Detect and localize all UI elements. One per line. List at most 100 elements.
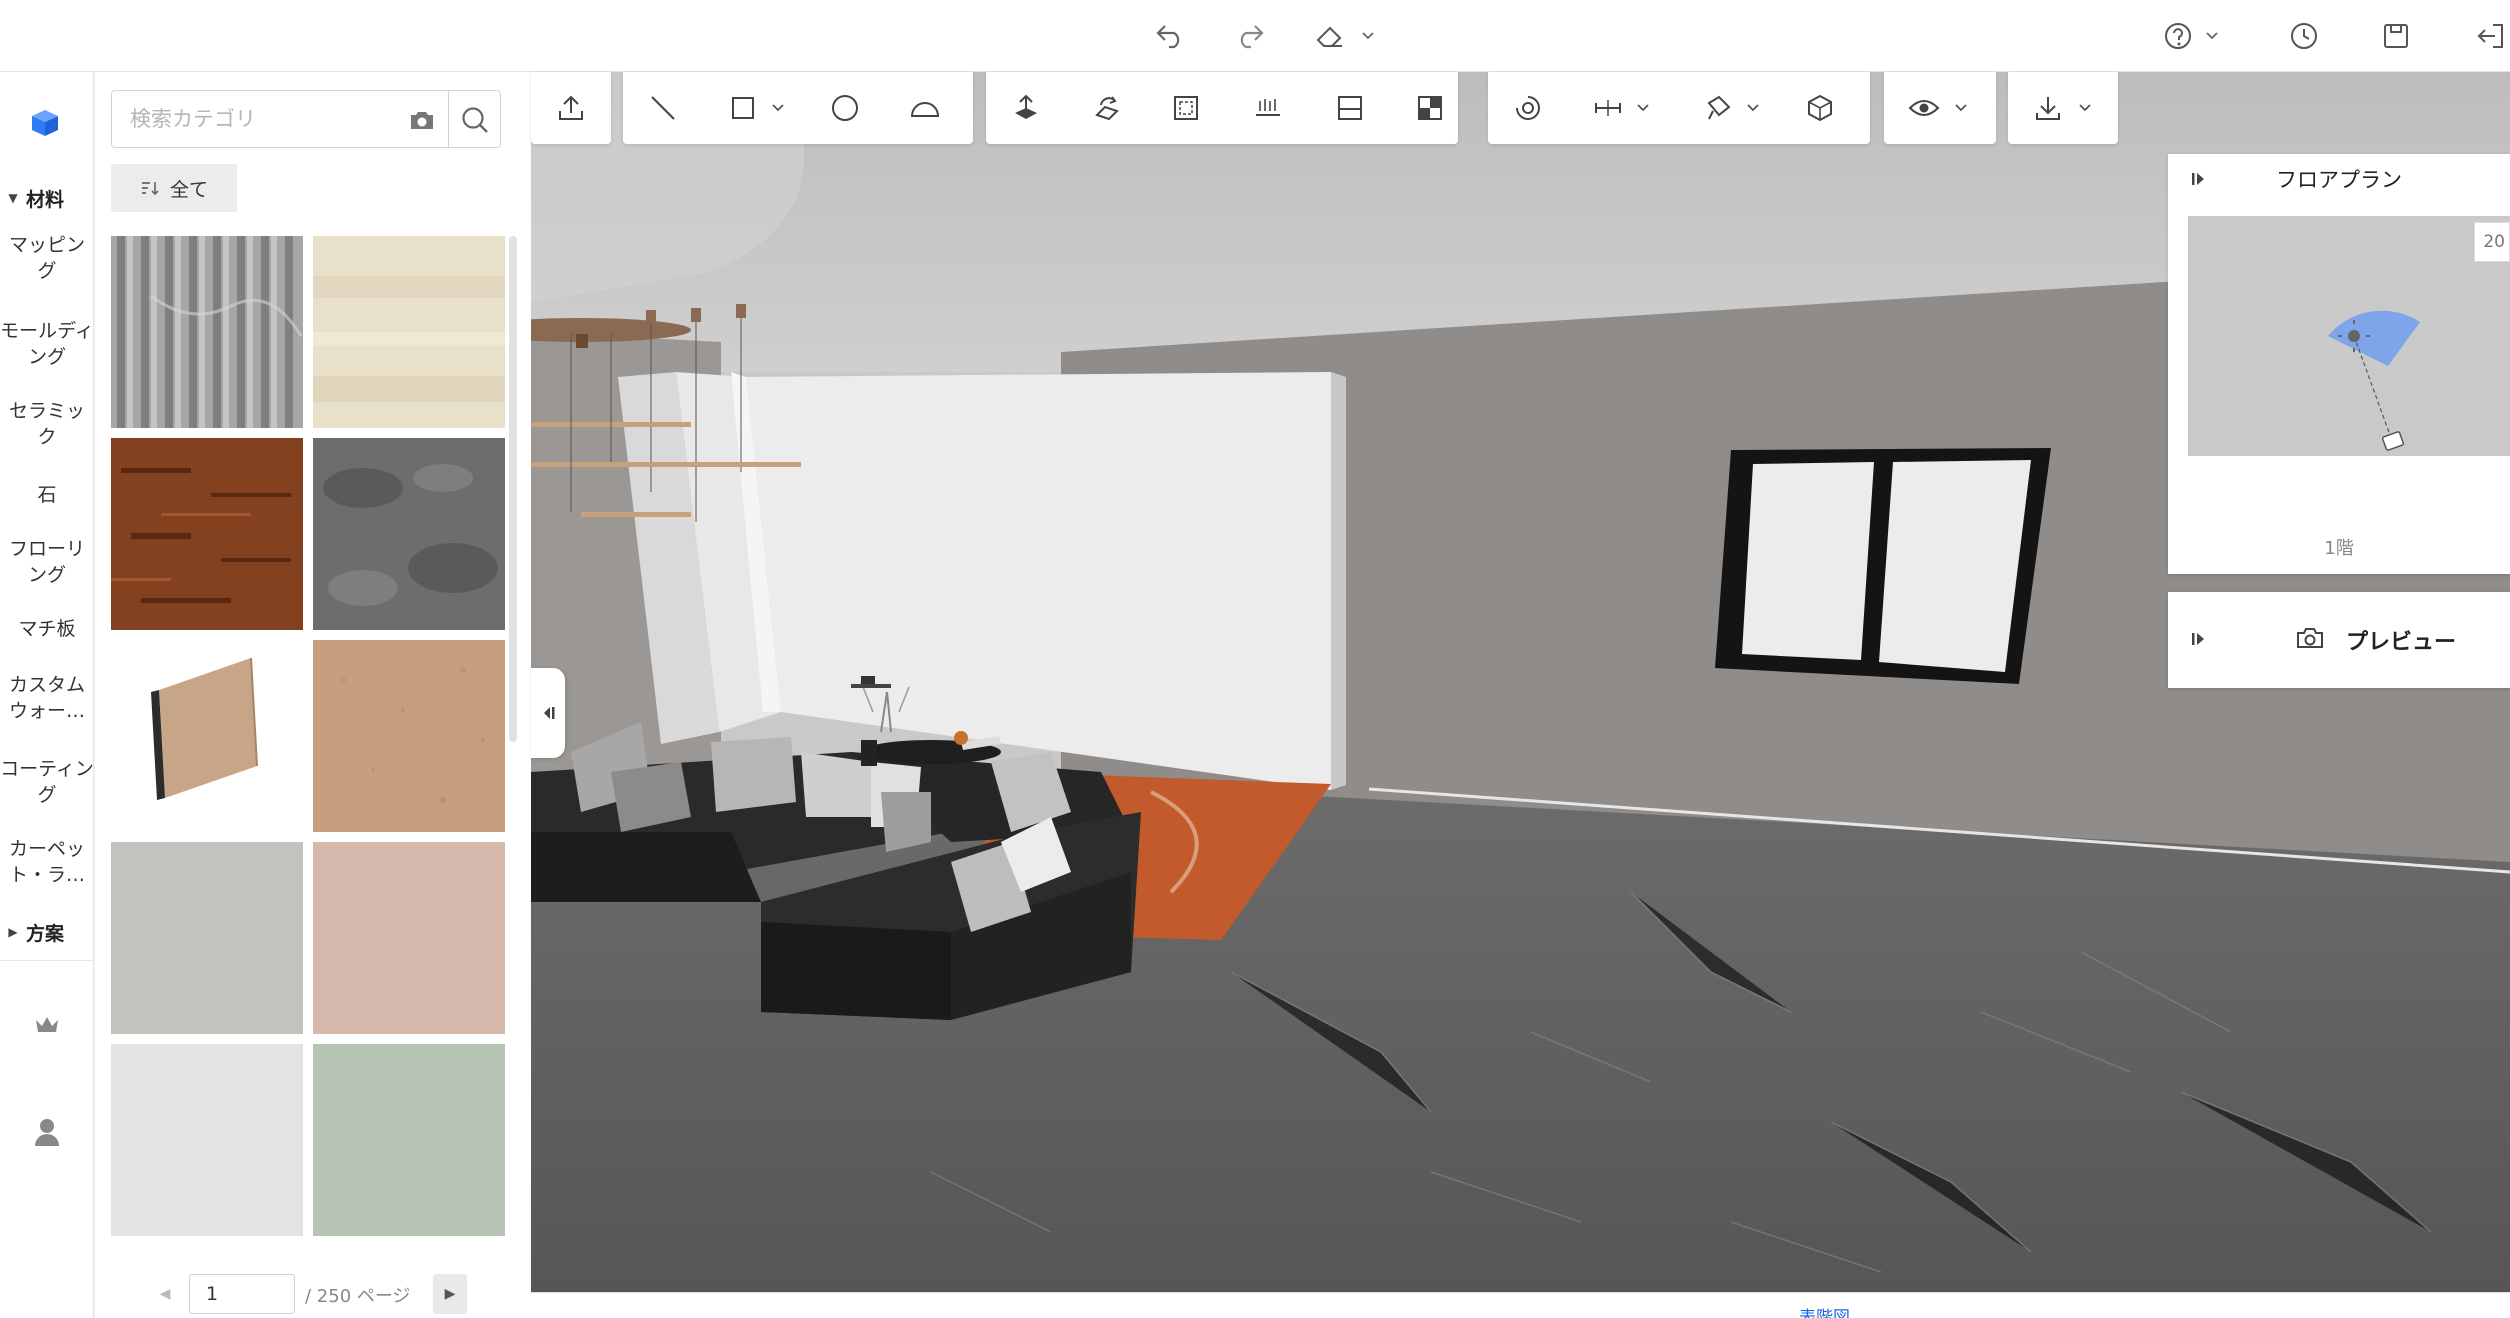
draw-line-icon[interactable] <box>641 88 685 128</box>
collapse-panel-icon[interactable] <box>2186 166 2212 192</box>
camera-search-icon[interactable] <box>402 103 442 137</box>
align-distribute-icon[interactable] <box>1246 88 1290 128</box>
toolbar-group-import <box>531 72 611 144</box>
page-number-input[interactable] <box>189 1274 295 1314</box>
left-rail: ▼ 材料 マッピング モールディング セラミック 石 フローリング マチ板 カス… <box>0 72 94 1318</box>
crown-icon[interactable] <box>27 1004 67 1044</box>
preview-panel: プレビュー <box>2168 592 2510 688</box>
page-total: / 250 ページ <box>305 1286 411 1307</box>
top-bar <box>0 0 2510 72</box>
rail-item-coating[interactable]: コーティング <box>0 756 94 808</box>
rail-item-carpet-rug[interactable]: カーペット・ラ… <box>0 836 94 888</box>
camera-icon[interactable] <box>2294 622 2326 654</box>
draw-rectangle-icon[interactable] <box>721 88 765 128</box>
search-separator <box>448 91 449 147</box>
redo-icon[interactable] <box>1230 16 1270 56</box>
catalog-scrollbar[interactable] <box>509 236 517 742</box>
camera-position-icon[interactable] <box>2381 431 2405 451</box>
material-tile-cork-panel[interactable] <box>111 640 303 832</box>
filter-label: 全て <box>169 178 208 201</box>
orbit-view-icon[interactable] <box>1506 88 1550 128</box>
bottom-status-bar: 表階図 <box>531 1292 2510 1318</box>
floorplan-minimap[interactable] <box>2188 216 2510 456</box>
download-icon[interactable] <box>2026 88 2070 128</box>
push-pull-icon[interactable] <box>1004 88 1048 128</box>
download-dropdown-icon[interactable] <box>2076 96 2094 120</box>
rectangle-dropdown-icon[interactable] <box>769 96 787 120</box>
material-tile-dark-walnut[interactable] <box>111 438 303 630</box>
paint-tool-icon[interactable] <box>1696 88 1740 128</box>
rail-section-plans[interactable]: ▶ 方案 <box>0 912 94 952</box>
material-tile-blush-plaster[interactable] <box>313 842 505 1034</box>
3d-box-icon[interactable] <box>1798 88 1842 128</box>
material-tile-light-grey-plaster[interactable] <box>111 842 303 1034</box>
material-library-icon[interactable] <box>24 102 66 144</box>
draw-circle-icon[interactable] <box>823 88 867 128</box>
split-panel-icon[interactable] <box>1328 88 1372 128</box>
undo-icon[interactable] <box>1150 16 1190 56</box>
app-root: ▼ 材料 マッピング モールディング セラミック 石 フローリング マチ板 カス… <box>0 0 2510 1318</box>
measure-dropdown-icon[interactable] <box>1634 96 1652 120</box>
material-tile-off-white[interactable] <box>111 1044 303 1236</box>
history-icon[interactable] <box>2284 16 2324 56</box>
rail-item-stone[interactable]: 石 <box>0 482 94 508</box>
floorplan-panel: フロアプラン 20 1階 <box>2168 154 2510 574</box>
preview-label[interactable]: プレビュー <box>2346 624 2456 656</box>
material-tile-slate-grey[interactable] <box>313 438 505 630</box>
visibility-dropdown-icon[interactable] <box>1952 96 1970 120</box>
expand-panel-icon[interactable] <box>2186 626 2212 652</box>
rail-section-label: 材料 <box>26 188 65 211</box>
expand-right-icon: ▶ <box>8 925 18 939</box>
select-area-icon[interactable] <box>1164 88 1208 128</box>
rail-item-ceramic[interactable]: セラミック <box>0 398 94 450</box>
exit-icon[interactable] <box>2470 16 2510 56</box>
search-input[interactable] <box>112 91 392 147</box>
partition-panel-main <box>746 372 1331 790</box>
floor-view-tab[interactable]: 表階図 <box>1799 1303 1850 1318</box>
rail-section-label: 方案 <box>26 922 65 945</box>
rail-item-gusset-board[interactable]: マチ板 <box>0 616 94 642</box>
filter-all-button[interactable]: 全て <box>111 164 237 212</box>
partition-edge <box>1331 372 1346 790</box>
floor-level-label[interactable]: 1階 <box>2168 534 2510 560</box>
eraser-dropdown-icon[interactable] <box>1358 22 1378 50</box>
rail-item-custom-wall[interactable]: カスタムウォー… <box>0 672 94 724</box>
toolbar-group-measure <box>1488 72 1870 144</box>
draw-arc-icon[interactable] <box>903 88 947 128</box>
help-dropdown-icon[interactable] <box>2202 22 2222 50</box>
material-tile-grey-fluted[interactable] <box>111 236 303 428</box>
save-icon[interactable] <box>2376 16 2416 56</box>
rail-divider <box>0 960 94 961</box>
rail-item-mapping[interactable]: マッピング <box>0 232 94 284</box>
camera-view-cone <box>2328 310 2420 451</box>
rail-item-molding[interactable]: モールディング <box>0 318 94 370</box>
catalog-panel: 全て <box>95 72 531 1318</box>
sort-icon <box>141 182 159 196</box>
paint-dropdown-icon[interactable] <box>1744 96 1762 120</box>
material-brush-icon[interactable] <box>1408 88 1452 128</box>
expand-down-icon: ▼ <box>8 191 18 205</box>
toolbar-group-draw <box>623 72 973 144</box>
prev-page-icon[interactable]: ◀ <box>151 1280 179 1308</box>
visibility-icon[interactable] <box>1902 88 1946 128</box>
upload-icon[interactable] <box>549 88 593 128</box>
collapse-catalog-icon[interactable] <box>531 668 565 758</box>
measure-icon[interactable] <box>1586 88 1630 128</box>
user-icon[interactable] <box>27 1112 67 1152</box>
rail-section-materials[interactable]: ▼ 材料 <box>0 178 94 218</box>
toolbar-group-view <box>1884 72 1996 144</box>
rotate-surface-icon[interactable] <box>1084 88 1128 128</box>
search-icon[interactable] <box>452 99 498 141</box>
next-page-icon[interactable]: ▶ <box>433 1274 467 1314</box>
help-icon[interactable] <box>2158 16 2198 56</box>
toolbar-group-export <box>2008 72 2118 144</box>
floorplan-title: フロアプラン <box>2276 168 2402 192</box>
search-box <box>111 90 501 148</box>
material-tile-terracotta-sand[interactable] <box>313 640 505 832</box>
rail-item-flooring[interactable]: フローリング <box>0 536 94 588</box>
toolbar-group-edit <box>986 72 1458 144</box>
material-tile-sage-green[interactable] <box>313 1044 505 1236</box>
material-tile-cream-stone[interactable] <box>313 236 505 428</box>
zoom-badge[interactable]: 20 <box>2474 222 2510 262</box>
eraser-icon[interactable] <box>1310 16 1350 56</box>
